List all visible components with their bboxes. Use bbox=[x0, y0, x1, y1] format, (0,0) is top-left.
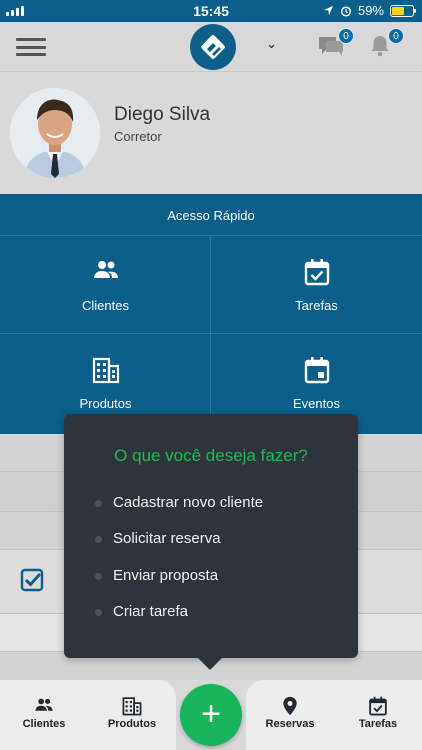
popup-title: O que você deseja fazer? bbox=[114, 446, 308, 465]
bell-icon[interactable]: 0 bbox=[368, 28, 404, 63]
nav-clientes[interactable]: Clientes bbox=[0, 680, 88, 750]
people-icon bbox=[35, 698, 53, 711]
people-icon bbox=[94, 261, 118, 278]
nav-label: Reservas bbox=[265, 718, 315, 730]
app-logo[interactable] bbox=[190, 24, 236, 70]
nav-produtos[interactable]: Produtos bbox=[88, 680, 176, 750]
status-bar: 15:45 59% bbox=[0, 0, 422, 22]
option-label: Solicitar reserva bbox=[113, 530, 221, 547]
bullet-icon bbox=[95, 573, 102, 580]
bullet-icon bbox=[95, 536, 102, 543]
quick-access-title: Acesso Rápido bbox=[167, 208, 255, 223]
quick-access-clientes[interactable]: Clientes bbox=[0, 235, 211, 333]
location-arrow-icon bbox=[323, 5, 334, 16]
profile-section: Diego Silva Corretor bbox=[0, 72, 422, 194]
bottom-nav-right: Reservas Tarefas bbox=[246, 680, 422, 750]
nav-label: Produtos bbox=[107, 718, 157, 730]
building-icon bbox=[122, 697, 142, 716]
quick-access-label: Eventos bbox=[293, 396, 340, 411]
option-cadastrar-cliente[interactable]: Cadastrar novo cliente bbox=[90, 494, 340, 520]
battery-icon bbox=[390, 4, 416, 17]
option-criar-tarefa[interactable]: Criar tarefa bbox=[90, 603, 340, 629]
nav-reservas[interactable]: Reservas bbox=[246, 680, 334, 750]
nav-label: Clientes bbox=[22, 718, 66, 730]
battery-percent: 59% bbox=[357, 3, 384, 18]
bottom-nav-left: Clientes Produtos bbox=[0, 680, 176, 750]
notifications-badge: 0 bbox=[388, 28, 404, 44]
option-enviar-proposta[interactable]: Enviar proposta bbox=[90, 567, 340, 593]
option-label: Cadastrar novo cliente bbox=[113, 494, 264, 511]
user-role: Corretor bbox=[114, 129, 162, 144]
quick-access-label: Tarefas bbox=[295, 298, 338, 313]
calendar-check-icon bbox=[304, 259, 330, 286]
building-icon bbox=[92, 357, 120, 384]
nav-tarefas[interactable]: Tarefas bbox=[334, 680, 422, 750]
option-label: Enviar proposta bbox=[113, 567, 219, 584]
add-button[interactable]: + bbox=[180, 684, 242, 746]
user-name: Diego Silva bbox=[114, 104, 211, 125]
bullet-icon bbox=[95, 609, 102, 616]
menu-icon[interactable] bbox=[16, 38, 46, 56]
quick-access-tarefas[interactable]: Tarefas bbox=[211, 235, 422, 333]
messages-badge: 0 bbox=[338, 28, 354, 44]
quick-access-panel: Acesso Rápido Clientes Tarefas Produtos bbox=[0, 194, 422, 434]
nav-label: Tarefas bbox=[358, 718, 398, 730]
avatar[interactable] bbox=[10, 88, 100, 178]
quick-access-label: Clientes bbox=[82, 298, 129, 313]
alarm-icon bbox=[340, 5, 352, 17]
calendar-icon bbox=[304, 357, 330, 384]
checkbox-icon[interactable] bbox=[20, 568, 44, 592]
quick-access-label: Produtos bbox=[79, 396, 132, 411]
chevron-down-icon[interactable]: ⌄ bbox=[266, 36, 277, 52]
option-solicitar-reserva[interactable]: Solicitar reserva bbox=[90, 530, 340, 556]
location-pin-icon bbox=[283, 696, 297, 716]
option-label: Criar tarefa bbox=[113, 603, 189, 620]
chat-icon[interactable]: 0 bbox=[318, 28, 354, 63]
action-popup: O que você deseja fazer? Cadastrar novo … bbox=[64, 414, 358, 670]
calendar-check-icon bbox=[369, 696, 387, 716]
app-bar: ⌄ 0 0 bbox=[0, 22, 422, 72]
bullet-icon bbox=[95, 500, 102, 507]
